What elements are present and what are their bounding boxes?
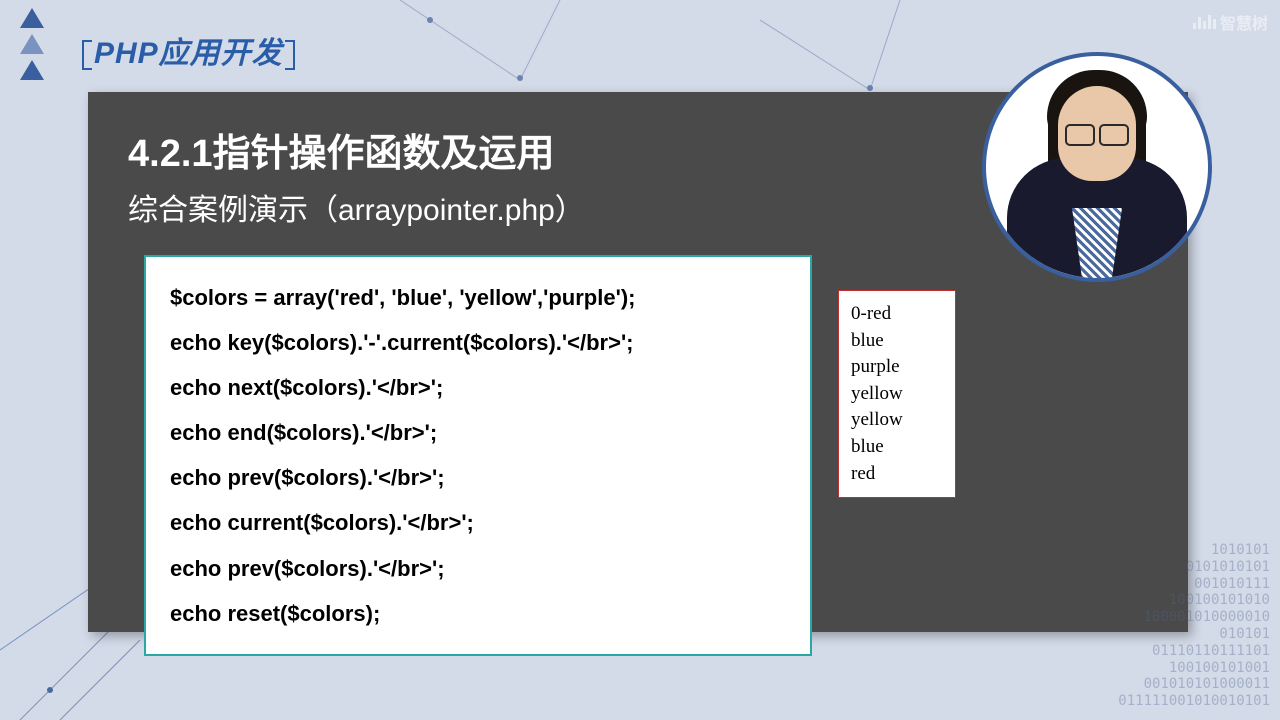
decorative-arrows (20, 8, 44, 80)
page-title: PHP应用开发 (80, 28, 297, 72)
presenter-avatar (982, 52, 1212, 282)
code-line: echo key($colors).'-'.current($colors).'… (170, 320, 786, 365)
code-block: $colors = array('red', 'blue', 'yellow',… (144, 255, 812, 656)
code-line: echo reset($colors); (170, 591, 786, 636)
output-block: 0-red blue purple yellow yellow blue red (838, 290, 956, 498)
output-line: purple (851, 354, 943, 381)
code-line: echo next($colors).'</br>'; (170, 365, 786, 410)
code-line: echo prev($colors).'</br>'; (170, 546, 786, 591)
code-line: $colors = array('red', 'blue', 'yellow',… (170, 275, 786, 320)
output-line: yellow (851, 407, 943, 434)
code-line: echo end($colors).'</br>'; (170, 410, 786, 455)
code-line: echo current($colors).'</br>'; (170, 500, 786, 545)
code-line: echo prev($colors).'</br>'; (170, 455, 786, 500)
output-line: 0-red (851, 301, 943, 328)
output-line: blue (851, 328, 943, 355)
output-line: blue (851, 434, 943, 461)
output-line: red (851, 461, 943, 488)
watermark: 智慧树 (1193, 10, 1268, 34)
output-line: yellow (851, 381, 943, 408)
